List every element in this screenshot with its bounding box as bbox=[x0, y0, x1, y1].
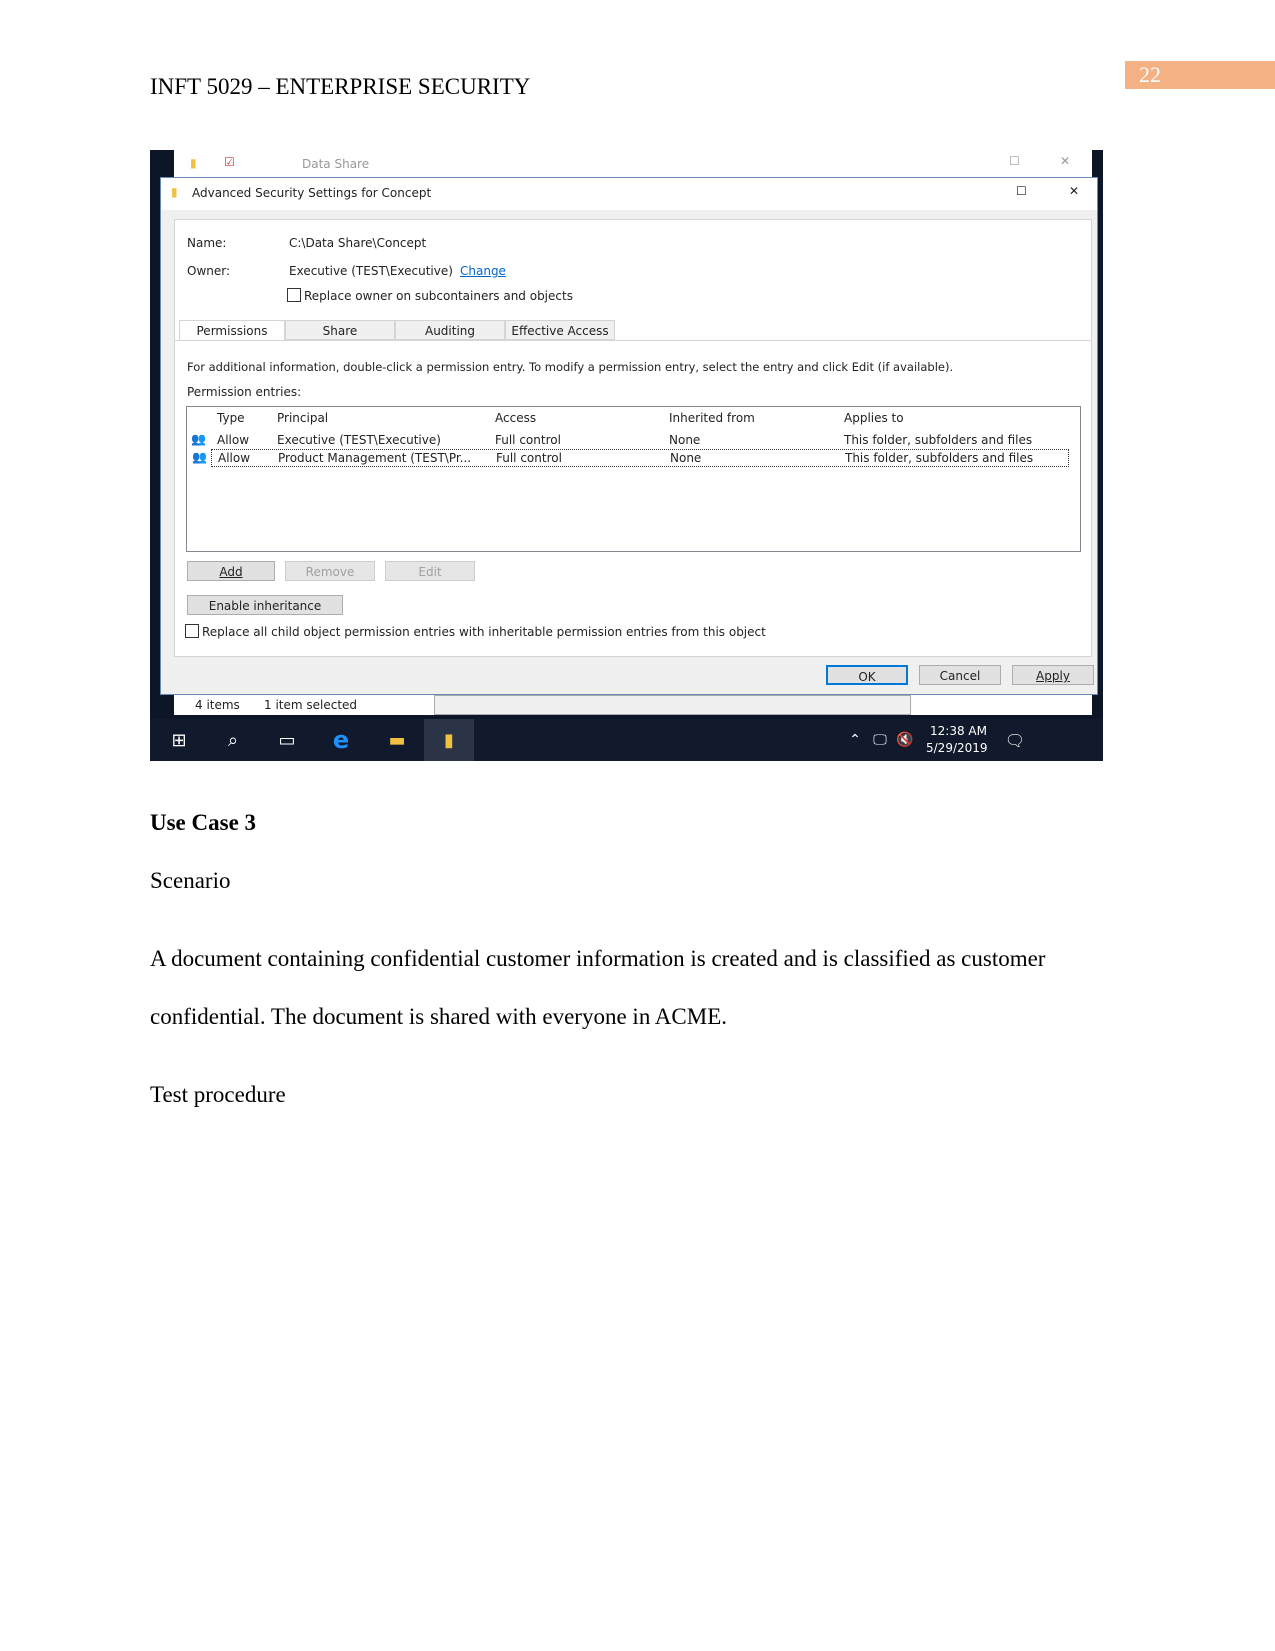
cell-applies: This folder, subfolders and files bbox=[845, 451, 1034, 465]
background-dialog-buttons bbox=[434, 695, 911, 715]
item-count: 4 items bbox=[195, 698, 240, 712]
tab-permissions[interactable]: Permissions bbox=[179, 320, 285, 340]
search-icon[interactable]: ⌕ bbox=[208, 719, 258, 761]
clock-time[interactable]: 12:38 AM bbox=[930, 724, 987, 738]
cell-type: Allow bbox=[217, 433, 250, 447]
explorer-statusbar: 4 items 1 item selected bbox=[174, 695, 1092, 715]
clock-date[interactable]: 5/29/2019 bbox=[926, 741, 988, 755]
cancel-button[interactable]: Cancel bbox=[919, 665, 1001, 685]
add-button[interactable]: Add bbox=[187, 561, 275, 581]
close-icon[interactable]: ✕ bbox=[1060, 154, 1070, 168]
tab-effective-access[interactable]: Effective Access bbox=[505, 320, 615, 340]
test-procedure-heading: Test procedure bbox=[150, 1082, 286, 1107]
settings-panel: Name: C:\Data Share\Concept Owner: Execu… bbox=[174, 219, 1092, 657]
tab-auditing[interactable]: Auditing bbox=[395, 320, 505, 340]
edit-button[interactable]: Edit bbox=[385, 561, 475, 581]
scenario-text-line2: confidential. The document is shared wit… bbox=[150, 1004, 727, 1029]
folder-window-icon[interactable]: ▮ bbox=[424, 719, 474, 761]
cell-type: Allow bbox=[218, 451, 251, 465]
users-icon: 👥 bbox=[191, 432, 206, 446]
volume-muted-icon[interactable]: 🔇 bbox=[880, 719, 930, 761]
apply-button[interactable]: Apply bbox=[1012, 665, 1094, 685]
change-owner-link[interactable]: Change bbox=[460, 264, 506, 278]
name-label: Name: bbox=[187, 236, 227, 250]
info-text: For additional information, double-click… bbox=[187, 360, 954, 374]
cell-access: Full control bbox=[496, 451, 562, 465]
tab-share[interactable]: Share bbox=[285, 320, 395, 340]
tab-strip: Permissions Share Auditing Effective Acc… bbox=[175, 320, 1091, 341]
replace-owner-label: Replace owner on subcontainers and objec… bbox=[304, 289, 573, 303]
scenario-text-line1: A document containing confidential custo… bbox=[150, 946, 1046, 971]
name-value: C:\Data Share\Concept bbox=[289, 236, 427, 250]
cell-access: Full control bbox=[495, 433, 561, 447]
column-principal[interactable]: Principal bbox=[277, 411, 328, 425]
table-row[interactable]: 👥 Allow Executive (TEST\Executive) Full … bbox=[187, 431, 1067, 449]
internet-explorer-icon[interactable]: e bbox=[316, 719, 366, 761]
screenshot: ▮ ☑ Data Share ☐ ✕ ▮ Advanced Security S… bbox=[150, 150, 1103, 761]
column-applies-to[interactable]: Applies to bbox=[844, 411, 904, 425]
folder-icon: ▮ bbox=[171, 185, 178, 199]
close-icon[interactable]: ✕ bbox=[1069, 184, 1079, 198]
page-number: 22 bbox=[1125, 61, 1275, 89]
running-header: INFT 5029 – ENTERPRISE SECURITY bbox=[150, 74, 531, 99]
start-windows-icon[interactable]: ⊞ bbox=[154, 719, 204, 761]
permission-entries-list[interactable]: Type Principal Access Inherited from App… bbox=[186, 406, 1081, 552]
file-explorer-icon[interactable]: ▬ bbox=[372, 719, 422, 761]
task-view-icon[interactable]: ▭ bbox=[262, 719, 312, 761]
use-case-heading: Use Case 3 bbox=[150, 810, 257, 835]
cell-principal: Product Management (TEST\Pr... bbox=[278, 451, 472, 465]
properties-icon: ☑ bbox=[224, 155, 235, 169]
cell-principal: Executive (TEST\Executive) bbox=[277, 433, 441, 447]
column-type[interactable]: Type bbox=[217, 411, 245, 425]
replace-child-label: Replace all child object permission entr… bbox=[202, 625, 766, 639]
advanced-security-dialog: ▮ Advanced Security Settings for Concept… bbox=[160, 177, 1098, 695]
taskbar: ⊞ ⌕ ▭ e ▬ ▮ ⌃ 🖵 🔇 12:38 AM 5/29/2019 🗨 bbox=[150, 719, 1103, 761]
cell-inherited: None bbox=[669, 433, 701, 447]
cell-inherited: None bbox=[670, 451, 702, 465]
folder-icon: ▮ bbox=[190, 156, 197, 170]
document-page: INFT 5029 – ENTERPRISE SECURITY 22 ▮ ☑ D… bbox=[0, 0, 1275, 1651]
explorer-titlebar: ▮ ☑ Data Share ☐ ✕ bbox=[174, 150, 1092, 177]
owner-value: Executive (TEST\Executive) bbox=[289, 264, 453, 278]
notifications-icon[interactable]: 🗨 bbox=[990, 719, 1040, 761]
replace-owner-checkbox[interactable]: Replace owner on subcontainers and objec… bbox=[287, 288, 573, 303]
maximize-icon[interactable]: ☐ bbox=[1016, 184, 1027, 198]
maximize-icon[interactable]: ☐ bbox=[1009, 154, 1020, 168]
scenario-heading: Scenario bbox=[150, 868, 231, 893]
users-icon: 👥 bbox=[192, 450, 207, 464]
dialog-titlebar: ▮ Advanced Security Settings for Concept… bbox=[161, 178, 1097, 210]
remove-button[interactable]: Remove bbox=[285, 561, 375, 581]
table-row[interactable]: 👥 Allow Product Management (TEST\Pr... F… bbox=[192, 449, 1069, 467]
enable-inheritance-button[interactable]: Enable inheritance bbox=[187, 595, 343, 615]
entries-label: Permission entries: bbox=[187, 385, 302, 399]
dialog-title: Advanced Security Settings for Concept bbox=[192, 186, 432, 200]
replace-child-checkbox[interactable]: Replace all child object permission entr… bbox=[185, 624, 766, 639]
cell-applies: This folder, subfolders and files bbox=[844, 433, 1033, 447]
selection-count: 1 item selected bbox=[264, 698, 358, 712]
column-inherited-from[interactable]: Inherited from bbox=[669, 411, 755, 425]
owner-label: Owner: bbox=[187, 264, 231, 278]
ok-button[interactable]: OK bbox=[826, 665, 908, 685]
column-access[interactable]: Access bbox=[495, 411, 536, 425]
explorer-title: Data Share bbox=[302, 157, 370, 171]
